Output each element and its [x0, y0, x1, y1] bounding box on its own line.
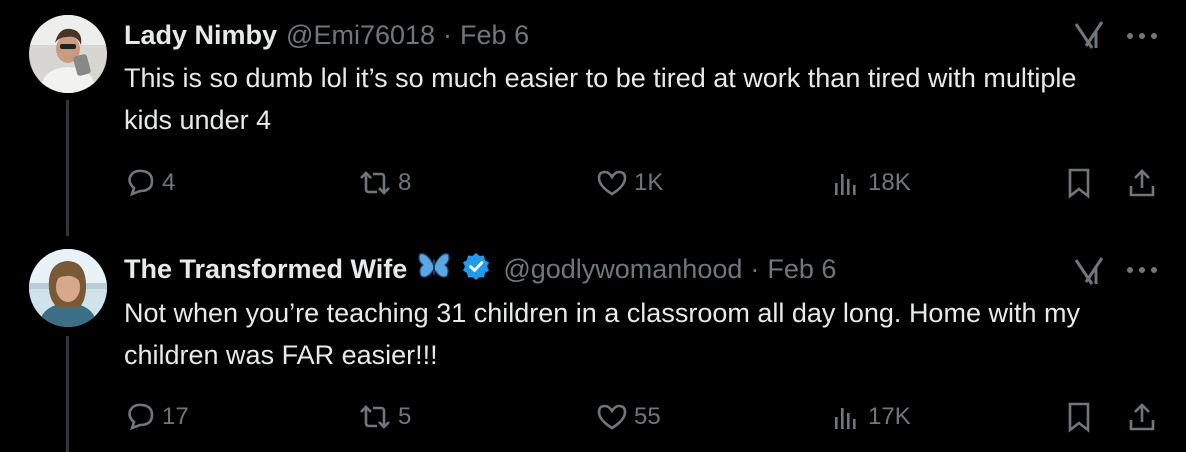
tweet-text: This is so dumb lol it’s so much easier …: [124, 63, 1077, 135]
grok-icon[interactable]: [1072, 18, 1106, 52]
avatar[interactable]: [29, 249, 107, 327]
tweet-text: Not when you’re teaching 31 children in …: [124, 298, 1080, 370]
verified-badge-icon[interactable]: [461, 251, 491, 288]
tweet-actions: 4 8 1K 18K: [124, 163, 1164, 203]
bookmark-icon: [1068, 168, 1090, 199]
tweet-header: Lady Nimby @Emi76018 · Feb 6: [124, 15, 529, 55]
reply-button[interactable]: 17: [124, 397, 189, 437]
tweet-date[interactable]: Feb 6: [460, 20, 529, 51]
views-icon: [835, 408, 856, 429]
view-count: 18K: [868, 169, 911, 196]
share-button[interactable]: [1126, 163, 1158, 203]
reply-count: 17: [162, 403, 189, 430]
reply-icon: [128, 403, 154, 431]
thread-line: [66, 336, 69, 452]
tweet-header: The Transformed Wife @godlywomanhood · F…: [124, 249, 836, 289]
thread-line: [66, 100, 69, 236]
retweet-count: 5: [398, 403, 412, 430]
heart-icon: [597, 170, 627, 196]
author-handle[interactable]: @godlywomanhood: [503, 254, 742, 285]
butterfly-emoji-icon: [417, 251, 451, 288]
author-handle[interactable]: @Emi76018: [286, 20, 435, 51]
like-button[interactable]: 55: [596, 397, 661, 437]
bookmark-button[interactable]: [1064, 397, 1094, 437]
grok-icon[interactable]: [1072, 254, 1106, 288]
retweet-button[interactable]: 5: [358, 397, 411, 437]
more-icon[interactable]: [1124, 26, 1160, 46]
like-count: 1K: [634, 169, 664, 196]
separator: ·: [443, 19, 453, 50]
retweet-button[interactable]: 8: [358, 163, 411, 203]
tweet-date[interactable]: Feb 6: [767, 254, 836, 285]
view-count: 17K: [868, 403, 911, 430]
like-button[interactable]: 1K: [596, 163, 663, 203]
tweet[interactable]: Lady Nimby @Emi76018 · Feb 6 This is so …: [0, 0, 1186, 236]
bookmark-button[interactable]: [1064, 163, 1094, 203]
views-icon: [835, 174, 856, 195]
retweet-icon: [360, 171, 390, 195]
tweet[interactable]: The Transformed Wife @godlywomanhood · F…: [0, 236, 1186, 452]
share-icon: [1129, 403, 1155, 431]
share-button[interactable]: [1126, 397, 1158, 437]
views-button[interactable]: 17K: [830, 397, 911, 437]
author-name[interactable]: Lady Nimby: [124, 20, 277, 51]
separator: ·: [750, 253, 760, 284]
retweet-count: 8: [398, 169, 412, 196]
share-icon: [1129, 169, 1155, 197]
reply-icon: [128, 169, 154, 197]
tweet-actions: 17 5 55 17K: [124, 397, 1164, 437]
like-count: 55: [634, 403, 661, 430]
avatar[interactable]: [29, 15, 107, 93]
heart-icon: [597, 404, 627, 430]
retweet-icon: [360, 405, 390, 429]
reply-count: 4: [162, 169, 176, 196]
author-name[interactable]: The Transformed Wife: [124, 254, 407, 285]
bookmark-icon: [1068, 402, 1090, 433]
more-icon[interactable]: [1124, 260, 1160, 280]
reply-button[interactable]: 4: [124, 163, 175, 203]
views-button[interactable]: 18K: [830, 163, 911, 203]
